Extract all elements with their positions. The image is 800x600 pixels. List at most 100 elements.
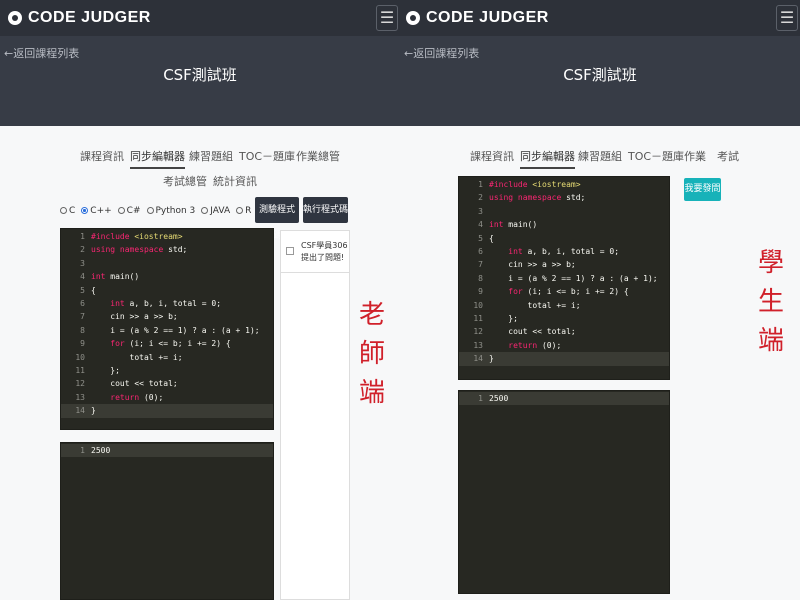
- code-line[interactable]: 4 int main(): [61, 270, 273, 283]
- code-text[interactable]: #include <iostream>: [489, 178, 581, 191]
- radio-icon[interactable]: [236, 207, 244, 214]
- code-line[interactable]: 1 #include <iostream>: [61, 230, 273, 243]
- hamburger-menu-icon[interactable]: ☰: [376, 5, 398, 31]
- language-option-python3[interactable]: Python 3: [146, 206, 195, 216]
- code-line[interactable]: 11 };: [61, 364, 273, 377]
- code-line[interactable]: 6 int a, b, i, total = 0;: [459, 245, 669, 258]
- code-text[interactable]: cin >> a >> b;: [489, 258, 575, 271]
- code-text[interactable]: #include <iostream>: [91, 230, 183, 243]
- radio-icon[interactable]: [146, 207, 154, 214]
- code-line[interactable]: 10 total += i;: [61, 351, 273, 364]
- tab-practice-sets[interactable]: 練習題組: [189, 148, 233, 164]
- code-text[interactable]: for (i; i <= b; i += 2) {: [91, 337, 230, 350]
- question-list-item[interactable]: CSF學員306提出了問題!: [281, 231, 349, 273]
- code-text[interactable]: using namespace std;: [91, 243, 187, 256]
- back-to-course-list-link[interactable]: ←返回課程列表: [404, 45, 479, 61]
- tab-statistics[interactable]: 統計資訊: [213, 173, 257, 189]
- tab-sync-editor[interactable]: 同步編輯器: [520, 148, 575, 169]
- code-line[interactable]: 3: [61, 257, 273, 270]
- radio-icon[interactable]: [117, 207, 125, 214]
- line-number: 1: [478, 394, 483, 403]
- code-text[interactable]: 2500: [489, 392, 508, 405]
- student-code-editor[interactable]: 1 #include <iostream> 2 using namespace std…: [458, 176, 670, 380]
- code-text[interactable]: }: [489, 352, 494, 365]
- ask-question-button[interactable]: 我要發問: [684, 178, 721, 201]
- radio-icon[interactable]: [201, 207, 209, 214]
- code-line[interactable]: 9 for (i; i <= b; i += 2) {: [459, 285, 669, 298]
- tab-homework-manager[interactable]: 作業總管: [296, 148, 340, 164]
- code-line[interactable]: 10 total += i;: [459, 299, 669, 312]
- code-text[interactable]: 2500: [91, 444, 110, 457]
- checkbox-icon[interactable]: [286, 247, 294, 255]
- hamburger-menu-icon[interactable]: ☰: [776, 5, 798, 31]
- tab-course-info[interactable]: 課程資訊: [80, 148, 124, 164]
- code-line[interactable]: 8 i = (a % 2 == 1) ? a : (a + 1);: [61, 324, 273, 337]
- code-line[interactable]: 7 cin >> a >> b;: [61, 310, 273, 323]
- code-text[interactable]: int main(): [489, 218, 537, 231]
- teacher-code-editor[interactable]: 1 #include <iostream> 2 using namespace std…: [60, 228, 274, 430]
- code-text[interactable]: };: [489, 312, 518, 325]
- language-option-java[interactable]: JAVA: [201, 206, 230, 216]
- line-number: 11: [473, 314, 483, 323]
- test-code-button[interactable]: 測驗程式碼: [255, 197, 299, 241]
- tab-sync-editor[interactable]: 同步編輯器: [130, 148, 185, 169]
- code-text[interactable]: int a, b, i, total = 0;: [489, 245, 619, 258]
- code-line[interactable]: 9 for (i; i <= b; i += 2) {: [61, 337, 273, 350]
- code-text[interactable]: cout << total;: [91, 377, 177, 390]
- tab-practice-sets[interactable]: 練習題組: [578, 148, 622, 164]
- code-line[interactable]: 7 cin >> a >> b;: [459, 258, 669, 271]
- code-line[interactable]: 8 i = (a % 2 == 1) ? a : (a + 1);: [459, 272, 669, 285]
- language-option-r[interactable]: R: [236, 206, 251, 216]
- code-text[interactable]: int a, b, i, total = 0;: [91, 297, 221, 310]
- code-line[interactable]: 1 #include <iostream>: [459, 178, 669, 191]
- run-code-button[interactable]: 執行程式碼: [303, 197, 348, 223]
- code-text[interactable]: {: [91, 284, 96, 297]
- tab-course-info[interactable]: 課程資訊: [470, 148, 514, 164]
- code-text[interactable]: i = (a % 2 == 1) ? a : (a + 1);: [489, 272, 657, 285]
- code-line[interactable]: 12 cout << total;: [459, 325, 669, 338]
- code-text[interactable]: {: [489, 232, 494, 245]
- tab-homework[interactable]: 作業: [684, 148, 706, 164]
- code-line[interactable]: 1 2500: [459, 392, 669, 406]
- code-text[interactable]: total += i;: [91, 351, 183, 364]
- code-line[interactable]: 2 using namespace std;: [459, 191, 669, 204]
- language-option-cpp[interactable]: C++: [81, 206, 112, 216]
- code-line[interactable]: 5{: [459, 232, 669, 245]
- code-line[interactable]: 13 return (0);: [61, 391, 273, 404]
- brand-logo[interactable]: CODE JUDGER: [406, 9, 549, 27]
- code-text[interactable]: using namespace std;: [489, 191, 585, 204]
- tab-toc-question-bank[interactable]: TOC－題庫: [239, 148, 295, 164]
- line-number: 4: [80, 272, 85, 282]
- code-line[interactable]: 12 cout << total;: [61, 377, 273, 390]
- line-number: 8: [478, 273, 483, 283]
- brand-logo[interactable]: CODE JUDGER: [8, 9, 151, 27]
- code-text[interactable]: int main(): [91, 270, 139, 283]
- back-to-course-list-link[interactable]: ←返回課程列表: [4, 45, 79, 61]
- code-text[interactable]: for (i; i <= b; i += 2) {: [489, 285, 628, 298]
- code-line[interactable]: 14}: [61, 404, 273, 418]
- code-line[interactable]: 6 int a, b, i, total = 0;: [61, 297, 273, 310]
- radio-checked-icon[interactable]: [81, 207, 89, 214]
- code-text[interactable]: };: [91, 364, 120, 377]
- tab-exam-manager[interactable]: 考試總管: [163, 173, 207, 189]
- code-text[interactable]: total += i;: [489, 299, 581, 312]
- code-line[interactable]: 4 int main(): [459, 218, 669, 231]
- code-line[interactable]: 5{: [61, 284, 273, 297]
- radio-icon[interactable]: [60, 207, 67, 214]
- code-text[interactable]: }: [91, 404, 96, 417]
- language-option-c[interactable]: C: [60, 206, 75, 216]
- code-line[interactable]: 3: [459, 205, 669, 218]
- code-line[interactable]: 14}: [459, 352, 669, 366]
- tab-exam[interactable]: 考試: [717, 148, 739, 164]
- code-line[interactable]: 13 return (0);: [459, 339, 669, 352]
- code-line[interactable]: 2 using namespace std;: [61, 243, 273, 256]
- code-text[interactable]: cout << total;: [489, 325, 575, 338]
- language-option-csharp[interactable]: C#: [117, 206, 141, 216]
- code-line[interactable]: 11 };: [459, 312, 669, 325]
- code-text[interactable]: cin >> a >> b;: [91, 310, 177, 323]
- code-text[interactable]: i = (a % 2 == 1) ? a : (a + 1);: [91, 324, 259, 337]
- code-text[interactable]: return (0);: [91, 391, 163, 404]
- code-line[interactable]: 1 2500: [61, 444, 273, 458]
- tab-toc-question-bank[interactable]: TOC－題庫: [628, 148, 684, 164]
- code-text[interactable]: return (0);: [489, 339, 561, 352]
